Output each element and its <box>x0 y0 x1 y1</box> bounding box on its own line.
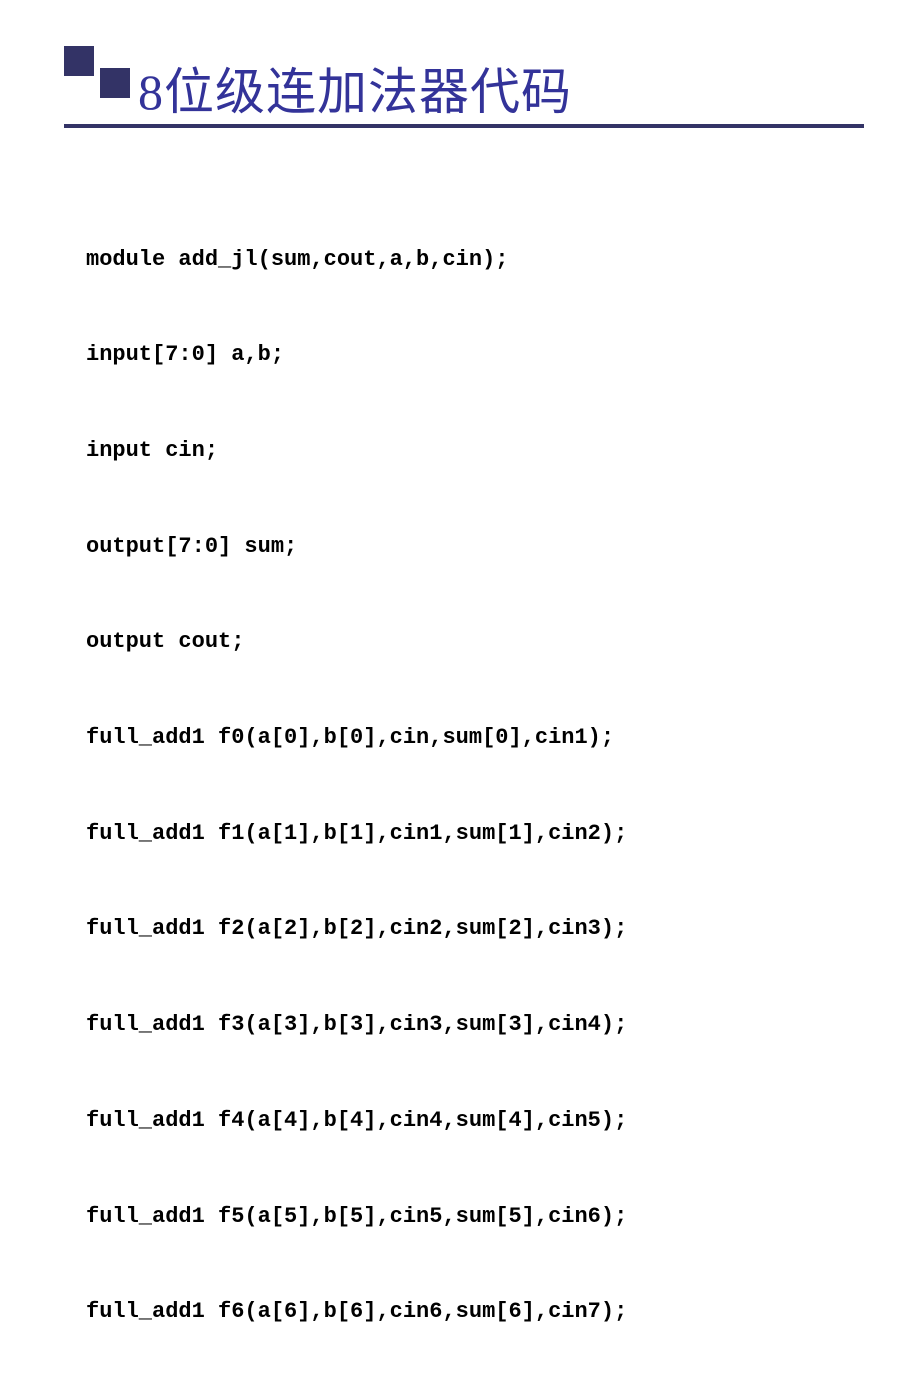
code-line: full_add1 f6(a[6],b[6],cin6,sum[6],cin7)… <box>86 1296 627 1328</box>
heading-decoration <box>64 46 130 98</box>
code-line: output cout; <box>86 626 627 658</box>
heading-underline <box>64 124 864 128</box>
code-line: full_add1 f5(a[5],b[5],cin5,sum[5],cin6)… <box>86 1201 627 1233</box>
code-line: input cin; <box>86 435 627 467</box>
code-line: full_add1 f4(a[4],b[4],cin4,sum[4],cin5)… <box>86 1105 627 1137</box>
code-line: full_add1 f3(a[3],b[3],cin3,sum[3],cin4)… <box>86 1009 627 1041</box>
code-line: output[7:0] sum; <box>86 531 627 563</box>
code-line: full_add1 f1(a[1],b[1],cin1,sum[1],cin2)… <box>86 818 627 850</box>
code-line: input[7:0] a,b; <box>86 339 627 371</box>
code-line: module add_jl(sum,cout,a,b,cin); <box>86 244 627 276</box>
code-block: module add_jl(sum,cout,a,b,cin); input[7… <box>86 180 627 1380</box>
code-line: full_add1 f0(a[0],b[0],cin,sum[0],cin1); <box>86 722 627 754</box>
deco-block-right <box>100 68 130 98</box>
code-line: full_add1 f2(a[2],b[2],cin2,sum[2],cin3)… <box>86 913 627 945</box>
slide-title: 8位级连加法器代码 <box>138 52 572 124</box>
deco-block-left <box>64 46 94 76</box>
